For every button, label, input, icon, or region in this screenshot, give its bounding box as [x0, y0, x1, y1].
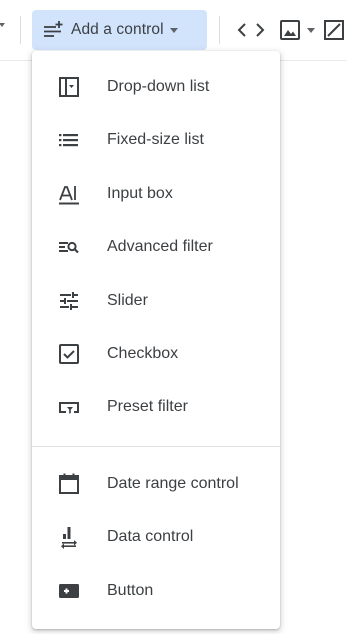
- menu-item-preset-filter[interactable]: Preset filter: [32, 385, 280, 429]
- menu-item-fixed-size-list[interactable]: Fixed-size list: [32, 118, 280, 162]
- add-control-label: Add a control: [71, 21, 164, 38]
- slider-icon: [56, 288, 82, 314]
- menu-item-label: Date range control: [107, 475, 239, 492]
- menu-item-checkbox[interactable]: Checkbox: [32, 332, 280, 376]
- add-control-menu: Drop-down list Fixed-size list Input box…: [32, 51, 280, 629]
- preset-filter-icon: [56, 394, 82, 420]
- advanced-filter-icon: [56, 234, 82, 260]
- chevron-down-icon[interactable]: [307, 27, 315, 33]
- calendar-icon: [56, 471, 82, 497]
- button-icon: [56, 578, 82, 604]
- chevron-down-icon[interactable]: [0, 23, 5, 27]
- data-control-icon: [56, 524, 82, 550]
- menu-item-label: Button: [107, 582, 154, 599]
- image-icon[interactable]: [279, 18, 301, 42]
- menu-item-drop-down-list[interactable]: Drop-down list: [32, 65, 280, 109]
- chevron-down-icon: [169, 27, 178, 33]
- toolbar-divider: [219, 16, 220, 44]
- line-shape-icon[interactable]: [322, 18, 347, 42]
- menu-item-label: Checkbox: [107, 345, 179, 362]
- menu-item-slider[interactable]: Slider: [32, 279, 280, 323]
- checkbox-icon: [56, 341, 82, 367]
- menu-item-date-range-control[interactable]: Date range control: [32, 462, 280, 506]
- toolbar-divider: [20, 16, 21, 44]
- menu-item-label: Input box: [107, 185, 173, 202]
- dropdown-list-icon: [56, 74, 82, 100]
- menu-item-label: Data control: [107, 528, 194, 545]
- menu-item-label: Drop-down list: [107, 78, 210, 95]
- menu-divider: [32, 446, 280, 447]
- menu-item-label: Preset filter: [107, 398, 188, 415]
- menu-item-label: Slider: [107, 292, 148, 309]
- fixed-size-list-icon: [56, 127, 82, 153]
- input-box-icon: [56, 181, 82, 207]
- menu-item-label: Fixed-size list: [107, 131, 204, 148]
- code-embed-icon[interactable]: [236, 18, 266, 42]
- menu-item-advanced-filter[interactable]: Advanced filter: [32, 225, 280, 269]
- menu-item-button[interactable]: Button: [32, 569, 280, 613]
- add-control-icon: [41, 18, 65, 42]
- menu-item-input-box[interactable]: Input box: [32, 172, 280, 216]
- menu-item-data-control[interactable]: Data control: [32, 515, 280, 559]
- add-control-button[interactable]: Add a control: [32, 10, 207, 50]
- menu-item-label: Advanced filter: [107, 238, 213, 255]
